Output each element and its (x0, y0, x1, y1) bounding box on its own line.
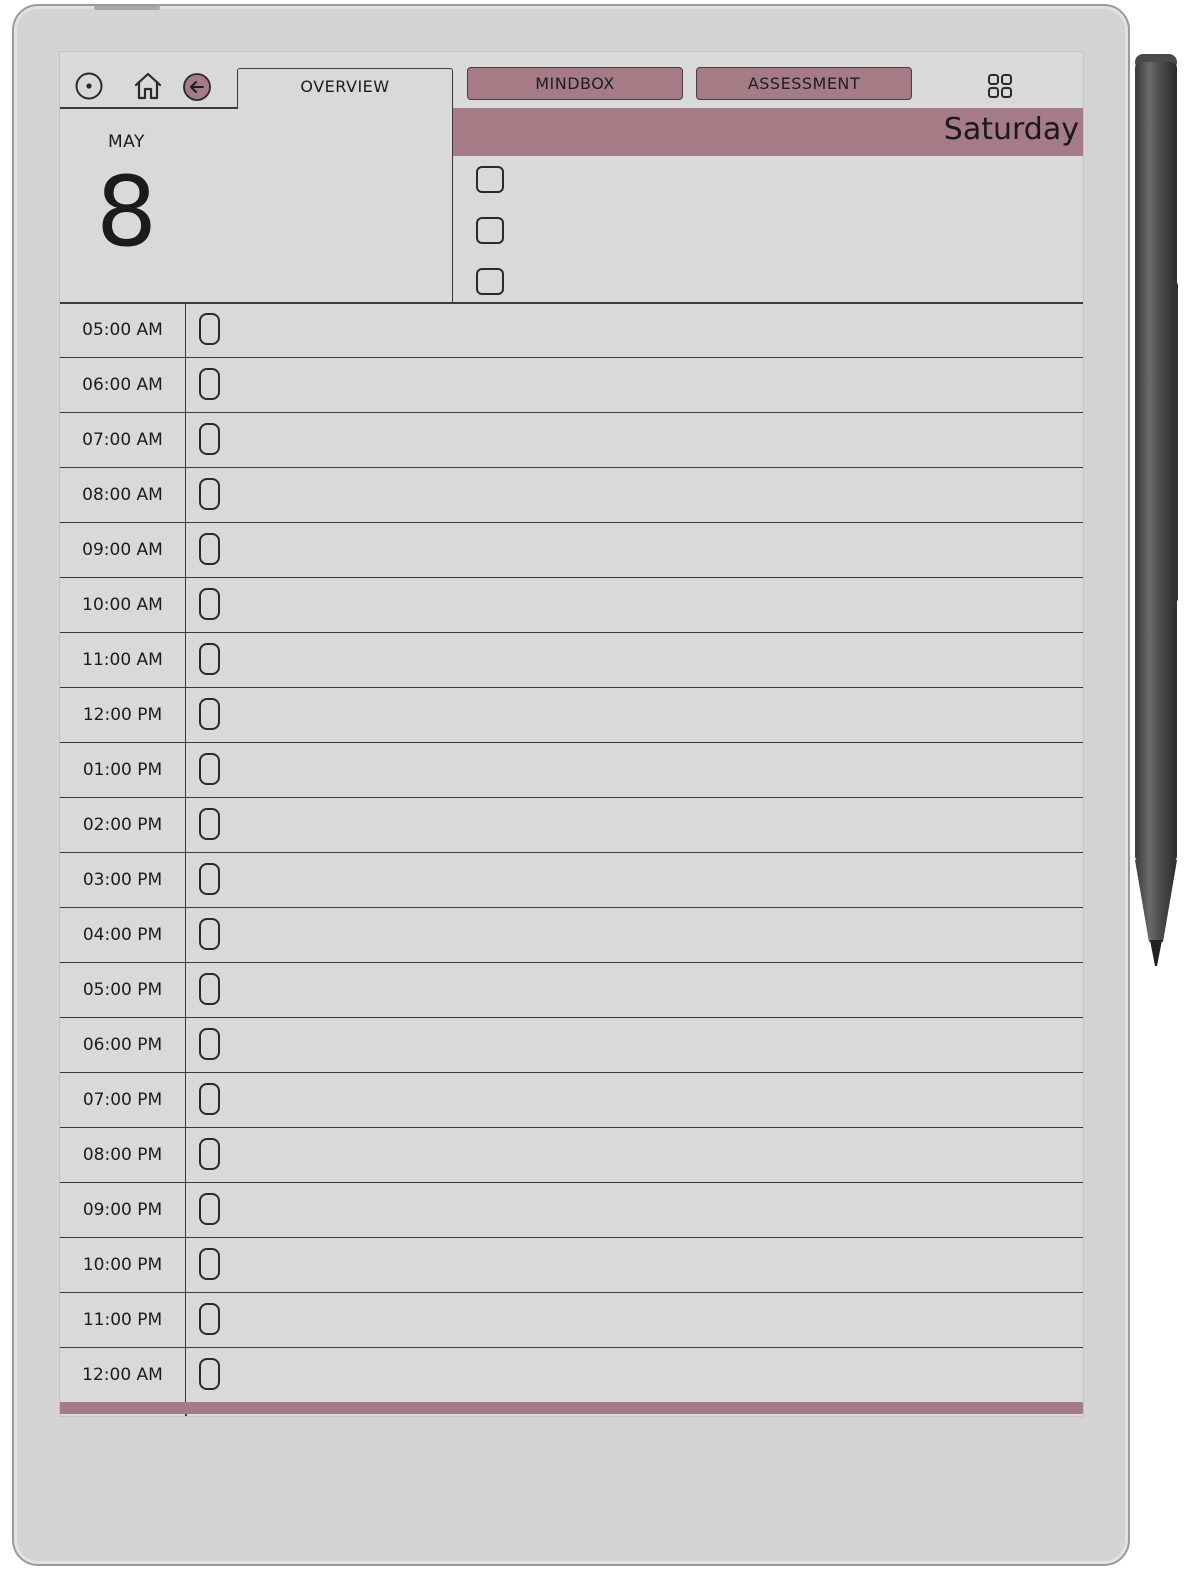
time-label: 05:00 AM (60, 303, 186, 357)
time-label: 01:00 PM (60, 743, 186, 797)
time-label: 08:00 AM (60, 468, 186, 522)
time-label: 08:00 PM (60, 1128, 186, 1182)
slot-checkbox[interactable] (199, 1303, 220, 1335)
schedule-row[interactable]: 08:00 AM (60, 468, 1083, 523)
top-navigation: OVERVIEW MINDBOX ASSESSMENT (60, 52, 1083, 109)
time-label: 09:00 AM (60, 523, 186, 577)
time-label: 07:00 PM (60, 1073, 186, 1127)
time-label: 02:00 PM (60, 798, 186, 852)
tab-overview-label: OVERVIEW (300, 77, 390, 96)
slot-checkbox[interactable] (199, 313, 220, 345)
slot-checkbox[interactable] (199, 368, 220, 400)
tab-mindbox[interactable]: MINDBOX (467, 67, 683, 100)
slot-checkbox[interactable] (199, 588, 220, 620)
back-arrow-icon[interactable] (182, 72, 212, 102)
slot-checkbox[interactable] (199, 698, 220, 730)
slot-checkbox[interactable] (199, 643, 220, 675)
slot-checkbox[interactable] (199, 1193, 220, 1225)
schedule-row[interactable]: 07:00 PM (60, 1073, 1083, 1128)
time-label: 10:00 AM (60, 578, 186, 632)
schedule-row[interactable]: 12:00 AM (60, 1348, 1083, 1403)
grid-icon[interactable] (984, 70, 1016, 102)
task-checkbox[interactable] (476, 166, 504, 193)
schedule-row[interactable]: 11:00 AM (60, 633, 1083, 688)
schedule-row[interactable]: 05:00 AM (60, 303, 1083, 358)
tab-assessment-label: ASSESSMENT (747, 74, 861, 93)
schedule-row[interactable]: 08:00 PM (60, 1128, 1083, 1183)
footer-accent-bar (60, 1402, 1083, 1414)
schedule-row[interactable]: 03:00 PM (60, 853, 1083, 908)
slot-checkbox[interactable] (199, 973, 220, 1005)
time-label: 12:00 PM (60, 688, 186, 742)
day-number: 8 (96, 156, 158, 268)
slot-checkbox[interactable] (199, 478, 220, 510)
schedule-row[interactable]: 04:00 PM (60, 908, 1083, 963)
time-label: 11:00 PM (60, 1293, 186, 1347)
time-label: 11:00 AM (60, 633, 186, 687)
time-label: 06:00 AM (60, 358, 186, 412)
slot-checkbox[interactable] (199, 863, 220, 895)
slot-checkbox[interactable] (199, 1248, 220, 1280)
schedule-row[interactable]: 06:00 AM (60, 358, 1083, 413)
schedule-row[interactable]: 06:00 PM (60, 1018, 1083, 1073)
weekday-banner: Saturday (453, 108, 1083, 156)
schedule-row[interactable]: 05:00 PM (60, 963, 1083, 1018)
schedule-row[interactable]: 09:00 AM (60, 523, 1083, 578)
home-icon[interactable] (132, 70, 164, 102)
slot-checkbox[interactable] (199, 1358, 220, 1390)
time-label: 06:00 PM (60, 1018, 186, 1072)
schedule-row[interactable]: 02:00 PM (60, 798, 1083, 853)
time-label: 07:00 AM (60, 413, 186, 467)
planner-screen: OVERVIEW MINDBOX ASSESSMENT MAY 8 Saturd… (60, 52, 1083, 1416)
schedule-row[interactable]: 11:00 PM (60, 1293, 1083, 1348)
time-label: 09:00 PM (60, 1183, 186, 1237)
task-checkbox[interactable] (476, 268, 504, 295)
slot-checkbox[interactable] (199, 423, 220, 455)
time-label: 05:00 PM (60, 963, 186, 1017)
schedule-row[interactable]: 01:00 PM (60, 743, 1083, 798)
time-label: 12:00 AM (60, 1348, 186, 1402)
tab-assessment[interactable]: ASSESSMENT (696, 67, 912, 100)
tab-mindbox-label: MINDBOX (535, 74, 615, 93)
slot-checkbox[interactable] (199, 918, 220, 950)
status-circle-icon[interactable] (74, 71, 104, 101)
schedule-row[interactable]: 07:00 AM (60, 413, 1083, 468)
schedule-row[interactable]: 10:00 PM (60, 1238, 1083, 1293)
slot-checkbox[interactable] (199, 533, 220, 565)
slot-checkbox[interactable] (199, 808, 220, 840)
schedule-row[interactable]: 10:00 AM (60, 578, 1083, 633)
task-checkbox[interactable] (476, 217, 504, 244)
time-label: 10:00 PM (60, 1238, 186, 1292)
slot-checkbox[interactable] (199, 1028, 220, 1060)
weekday-label: Saturday (943, 112, 1079, 147)
hourly-schedule: 05:00 AM 06:00 AM 07:00 AM 08:00 AM 09:00 AM… (60, 303, 1083, 1403)
month-label: MAY (108, 132, 145, 152)
time-label: 03:00 PM (60, 853, 186, 907)
schedule-row[interactable]: 12:00 PM (60, 688, 1083, 743)
slot-checkbox[interactable] (199, 1083, 220, 1115)
power-button (94, 6, 160, 10)
slot-checkbox[interactable] (199, 753, 220, 785)
slot-checkbox[interactable] (199, 1138, 220, 1170)
stylus-pen (1135, 54, 1178, 966)
tab-overview[interactable]: OVERVIEW (237, 68, 453, 108)
time-label: 04:00 PM (60, 908, 186, 962)
schedule-row[interactable]: 09:00 PM (60, 1183, 1083, 1238)
